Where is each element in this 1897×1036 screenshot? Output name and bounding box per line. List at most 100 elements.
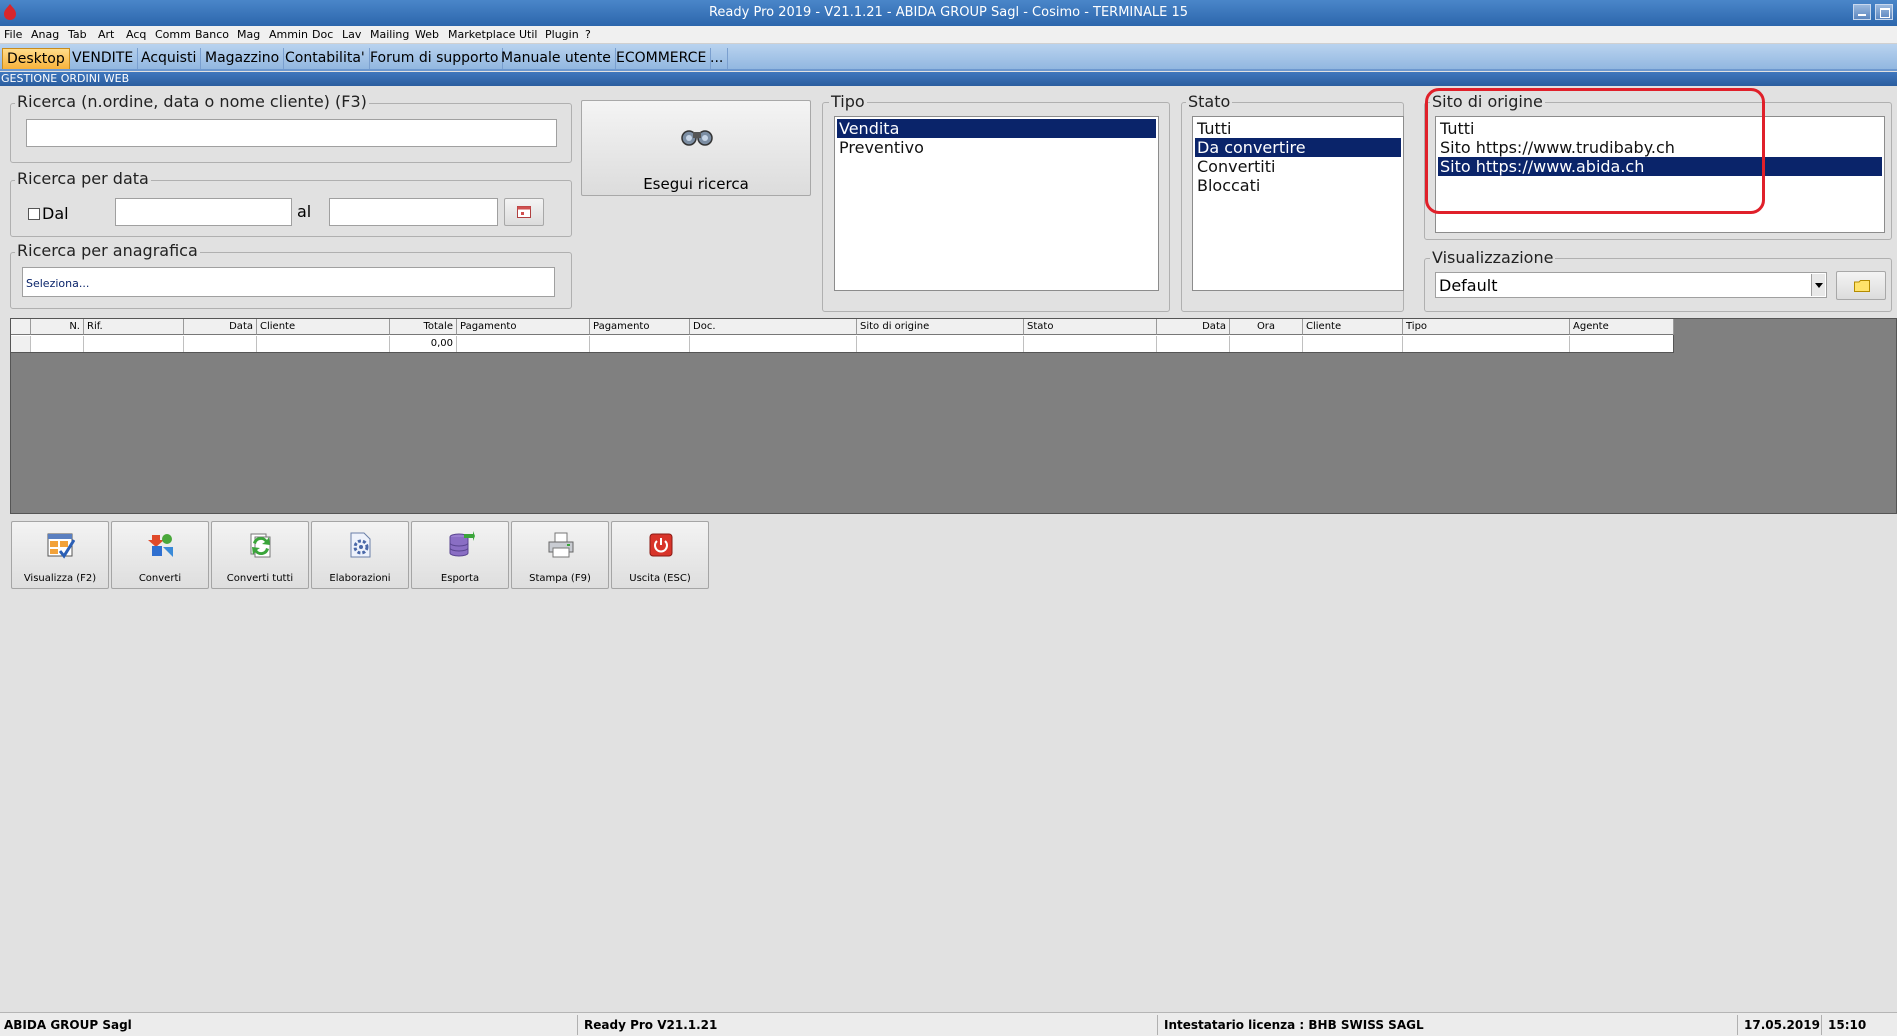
binoculars-icon [681,130,713,146]
search-button[interactable]: Esegui ricerca [581,100,811,196]
grid-header-stato[interactable]: Stato [1024,319,1157,335]
tipo-option-preventivo[interactable]: Preventivo [837,138,1156,157]
grid-header-pagamento[interactable]: Pagamento [457,319,590,335]
grid-header-cliente-2[interactable]: Cliente [1303,319,1403,335]
table-cell[interactable] [1303,336,1403,352]
menu-tab[interactable]: Tab [68,28,87,41]
table-cell[interactable] [857,336,1024,352]
menu-ammin[interactable]: Ammin [269,28,308,41]
view-button[interactable]: Visualizza (F2) [11,521,109,589]
table-cell[interactable] [1403,336,1570,352]
grid-header-data[interactable]: Data [184,319,257,335]
menu-lav[interactable]: Lav [342,28,361,41]
calendar-button[interactable] [504,198,544,226]
exit-button[interactable]: Uscita (ESC) [611,521,709,589]
tipo-option-vendita[interactable]: Vendita [837,119,1156,138]
stato-option-bloccati[interactable]: Bloccati [1195,176,1401,195]
grid-header-doc[interactable]: Doc. [690,319,857,335]
registry-placeholder: Seleziona... [26,277,90,290]
table-cell[interactable] [184,336,257,352]
date-from-field[interactable] [115,198,292,226]
print-button[interactable]: Stampa (F9) [511,521,609,589]
tab-vendite[interactable]: VENDITE [68,48,139,69]
grid-header-ora[interactable]: Ora [1230,319,1303,335]
tipo-listbox[interactable]: Vendita Preventivo [834,116,1159,291]
highlight-annotation [1425,88,1765,214]
grid-header-n[interactable]: N. [31,319,84,335]
tab-desktop[interactable]: Desktop [2,48,70,69]
menu-banco[interactable]: Banco [195,28,229,41]
folder-icon [1854,280,1870,292]
menu-marketplace[interactable]: Marketplace [448,28,515,41]
stato-option-convertiti[interactable]: Convertiti [1195,157,1401,176]
view-dropdown-button[interactable] [1811,274,1825,296]
table-cell[interactable] [84,336,184,352]
menu-help[interactable]: ? [585,28,591,41]
grid-header-rif[interactable]: Rif. [84,319,184,335]
table-cell[interactable] [690,336,857,352]
table-cell[interactable] [257,336,390,352]
menu-util[interactable]: Util [519,28,537,41]
table-cell[interactable] [1570,336,1674,352]
chevron-down-icon [1815,283,1823,288]
convert-button[interactable]: Converti [111,521,209,589]
tab-magazzino[interactable]: Magazzino [201,48,285,69]
maximize-button[interactable] [1875,4,1893,20]
tab-acquisti[interactable]: Acquisti [137,48,202,69]
minimize-button[interactable] [1853,4,1871,20]
menu-anag[interactable]: Anag [31,28,59,41]
menu-mag[interactable]: Mag [237,28,260,41]
folder-button[interactable] [1836,271,1886,300]
convert-all-button[interactable]: Converti tutti [211,521,309,589]
stato-listbox[interactable]: Tutti Da convertire Convertiti Bloccati [1192,116,1404,291]
menu-doc[interactable]: Doc [312,28,333,41]
table-cell[interactable] [590,336,690,352]
grid-header-totale[interactable]: Totale [390,319,457,335]
exit-button-label: Uscita (ESC) [629,573,691,584]
grid-header-agente[interactable]: Agente [1570,319,1674,335]
tab-more[interactable]: ... [706,48,729,69]
grid-row-indicator[interactable] [11,336,31,352]
grid-header-cliente[interactable]: Cliente [257,319,390,335]
view-select[interactable]: Default [1435,272,1827,298]
grid-header-data-2[interactable]: Data [1157,319,1230,335]
orders-grid[interactable]: N. Rif. Data Cliente Totale Pagamento Pa… [10,318,1897,514]
status-company: ABIDA GROUP Sagl [0,1015,578,1035]
status-bar: ABIDA GROUP Sagl Ready Pro V21.1.21 Inte… [0,1012,1897,1036]
grid-cell-totale[interactable]: 0,00 [390,336,457,352]
convert-all-icon [250,533,271,558]
search-label: Ricerca (n.ordine, data o nome cliente) … [15,92,369,111]
calendar-icon [517,206,531,218]
stato-option-da-convertire[interactable]: Da convertire [1195,138,1401,157]
menu-acq[interactable]: Acq [126,28,146,41]
menu-file[interactable]: File [4,28,22,41]
date-to-field[interactable] [329,198,498,226]
registry-select-field[interactable]: Seleziona... [22,267,555,297]
table-cell[interactable] [1157,336,1230,352]
convert-all-button-label: Converti tutti [226,573,294,584]
menu-mailing[interactable]: Mailing [370,28,409,41]
menu-art[interactable]: Art [98,28,114,41]
elaborations-button[interactable]: Elaborazioni [311,521,409,589]
export-button[interactable]: Esporta [411,521,509,589]
search-input[interactable] [26,119,557,147]
table-cell[interactable] [31,336,84,352]
tab-ecommerce[interactable]: ECOMMERCE [612,48,712,69]
stato-option-tutti[interactable]: Tutti [1195,119,1401,138]
menu-plugin[interactable]: Plugin [545,28,579,41]
table-cell[interactable] [1024,336,1157,352]
table-cell[interactable] [1230,336,1303,352]
document-gear-icon [350,532,371,558]
grid-header-sito-origine[interactable]: Sito di origine [857,319,1024,335]
grid-header-tipo[interactable]: Tipo [1403,319,1570,335]
table-check-icon [47,533,75,559]
menu-web[interactable]: Web [415,28,439,41]
menu-comm[interactable]: Comm [155,28,191,41]
tab-forum[interactable]: Forum di supporto [366,48,504,69]
table-cell[interactable] [457,336,590,352]
view-button-label: Visualizza (F2) [23,573,97,584]
tab-contabilita[interactable]: Contabilita' [281,48,370,69]
tab-manuale[interactable]: Manuale utente [497,48,616,69]
grid-header-pagamento-2[interactable]: Pagamento [590,319,690,335]
date-filter-checkbox[interactable] [28,208,40,220]
